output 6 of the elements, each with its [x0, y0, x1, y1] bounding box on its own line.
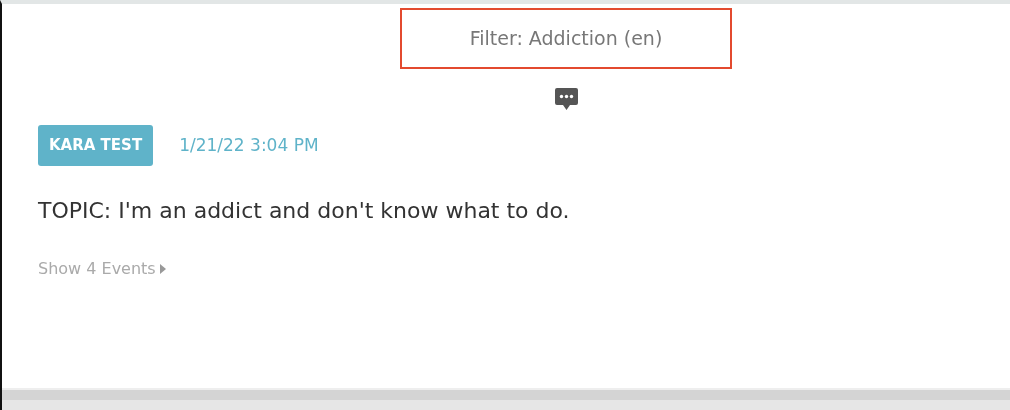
filter-label: Filter: Addiction (en): [400, 8, 732, 69]
timestamp: 1/21/22 3:04 PM: [179, 133, 319, 157]
comment-icon[interactable]: [554, 87, 579, 111]
author-tag: KARA TEST: [38, 125, 154, 166]
topic-text: TOPIC: I'm an addict and don't know what to do.: [38, 196, 571, 225]
show-events-link[interactable]: Show 4 Events: [38, 256, 166, 281]
